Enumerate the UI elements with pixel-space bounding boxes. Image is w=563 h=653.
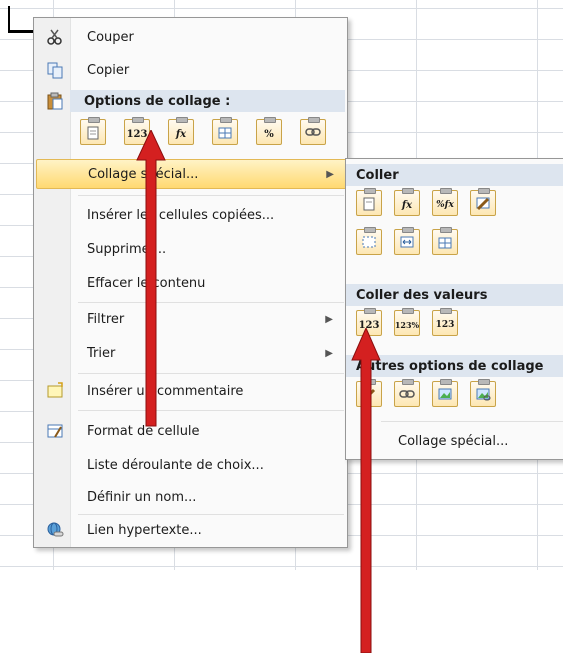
menu-item-label: Couper xyxy=(87,29,134,45)
submenu-values-percent-label: 123% xyxy=(394,320,420,330)
submenu-keep-width-button[interactable] xyxy=(394,227,420,255)
submenu-paste-button[interactable] xyxy=(356,188,382,216)
paste-formatting-button[interactable]: % xyxy=(256,117,282,145)
submenu-header-paste-label: Coller xyxy=(356,167,399,183)
menu-item-paste-special[interactable]: Collage spécial... ▶ xyxy=(36,159,347,189)
annotation-arrow-up-2 xyxy=(351,328,381,653)
submenu-transpose-button[interactable] xyxy=(432,227,458,255)
submenu-percent-fx-label: %fx xyxy=(436,200,454,210)
menu-item-format-cells[interactable]: Format de cellule xyxy=(36,417,345,445)
menu-item-label: Définir un nom... xyxy=(87,489,197,505)
no-borders-icon xyxy=(362,236,376,248)
submenu-no-borders-button[interactable] xyxy=(356,227,382,255)
submenu-keep-source-format-button[interactable] xyxy=(470,188,496,216)
submenu-values-brush-label: 123 xyxy=(435,320,455,330)
transpose-icon xyxy=(218,127,232,139)
menu-item-sort[interactable]: Trier ▶ xyxy=(36,339,345,367)
submenu-picture-button[interactable] xyxy=(432,379,458,407)
menu-item-filter[interactable]: Filtrer ▶ xyxy=(36,305,345,333)
submenu-header-values: Coller des valeurs xyxy=(346,284,563,306)
menu-item-label: Insérer les cellules copiées... xyxy=(87,207,275,223)
menu-item-dropdown-list[interactable]: Liste déroulante de choix... xyxy=(36,451,345,479)
paste-formulas-label: fx xyxy=(175,128,187,140)
menu-item-clear-contents[interactable]: Effacer le contenu xyxy=(36,269,345,297)
paste-percent-label: % xyxy=(264,128,274,140)
format-cells-icon xyxy=(47,424,63,438)
submenu-linked-picture-button[interactable] xyxy=(470,379,496,407)
submenu-formulas-label: fx xyxy=(401,199,413,211)
paste-icon xyxy=(363,197,375,211)
menu-item-cut[interactable]: Couper xyxy=(36,23,345,51)
paste-icon xyxy=(87,126,99,140)
menu-item-label: Filtrer xyxy=(87,311,125,327)
keep-width-icon xyxy=(400,236,414,248)
paste-link-button[interactable] xyxy=(300,117,326,145)
paste-formulas-button[interactable]: fx xyxy=(168,117,194,145)
menu-item-label: Liste déroulante de choix... xyxy=(87,457,264,473)
brush-icon xyxy=(476,197,490,211)
menu-item-define-name[interactable]: Définir un nom... xyxy=(36,483,345,511)
menu-item-insert-copied-cells[interactable]: Insérer les cellules copiées... xyxy=(36,201,345,229)
submenu-header-values-label: Coller des valeurs xyxy=(356,287,488,303)
submenu-values-source-format-button[interactable]: 123 xyxy=(432,308,458,336)
annotation-arrow-up xyxy=(136,130,166,427)
submenu-header-paste: Coller xyxy=(346,164,563,186)
submenu-header-other-label: Autres options de collage xyxy=(356,358,544,374)
submenu-formulas-number-format-button[interactable]: %fx xyxy=(432,188,458,216)
context-menu: Couper Copier Options de collage : 123 f… xyxy=(33,17,348,548)
menu-item-hyperlink[interactable]: Lien hypertexte... xyxy=(36,516,345,544)
paste-button-icon[interactable] xyxy=(80,117,106,145)
menu-item-label: Trier xyxy=(87,345,116,361)
hyperlink-globe-icon xyxy=(47,522,64,537)
copy-icon xyxy=(47,62,63,79)
menu-item-copy[interactable]: Copier xyxy=(36,56,345,84)
menu-item-label: Lien hypertexte... xyxy=(87,522,202,538)
submenu-separator xyxy=(381,421,563,422)
submenu-arrow-icon: ▶ xyxy=(326,168,334,180)
paste-transpose-button[interactable] xyxy=(212,117,238,145)
submenu-item-paste-special[interactable]: Collage spécial... xyxy=(398,431,508,451)
scissors-icon xyxy=(47,29,62,45)
cell-cursor-mark xyxy=(8,6,10,32)
picture-icon xyxy=(438,388,452,400)
clipboard-icon xyxy=(47,92,63,110)
link-icon xyxy=(305,128,321,136)
menu-separator xyxy=(78,373,344,374)
menu-item-delete[interactable]: Supprimer... xyxy=(36,235,345,263)
menu-separator xyxy=(78,302,344,303)
menu-separator xyxy=(78,514,344,515)
submenu-arrow-icon: ▶ xyxy=(325,313,333,325)
menu-separator xyxy=(78,195,344,196)
menu-item-insert-comment[interactable]: Insérer un commentaire xyxy=(36,377,345,405)
submenu-formulas-button[interactable]: fx xyxy=(394,188,420,216)
submenu-arrow-icon: ▶ xyxy=(325,347,333,359)
submenu-item-label: Collage spécial... xyxy=(398,433,509,449)
transpose-icon xyxy=(438,237,452,249)
paste-options-header: Options de collage : xyxy=(70,90,345,112)
submenu-values-number-format-button[interactable]: 123% xyxy=(394,308,420,336)
link-icon xyxy=(399,390,415,398)
comment-icon xyxy=(47,382,63,398)
submenu-paste-link-button[interactable] xyxy=(394,379,420,407)
paste-options-header-label: Options de collage : xyxy=(84,93,231,109)
menu-item-label: Copier xyxy=(87,62,130,78)
menu-separator xyxy=(78,410,344,411)
linked-picture-icon xyxy=(476,388,491,401)
